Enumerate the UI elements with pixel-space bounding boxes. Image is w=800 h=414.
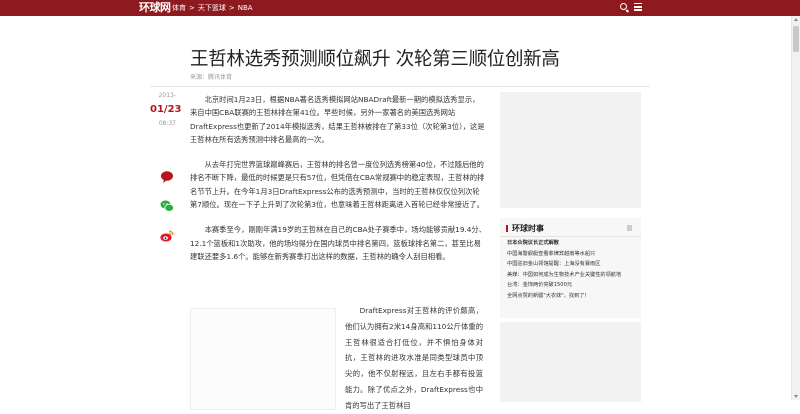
divider xyxy=(150,86,650,87)
article-paragraph: 从去年打完世界篮球巅峰赛后，王哲林的排名曾一度位列选秀榜第40位，不过随后他的排… xyxy=(190,160,485,210)
date-month-day: 01/23 xyxy=(150,104,182,115)
hot-news-item[interactable]: 美媒：中国如何成为生物技术产业关键性的领航地 xyxy=(507,270,637,281)
article-source: 来源：腾讯体育 xyxy=(190,74,233,81)
date-time: 08:37 xyxy=(158,120,176,127)
article-body-side: DraftExpress对王哲林的评价颇高，他们认为拥有2米14身高和110公斤… xyxy=(345,303,483,414)
hot-news-panel: 环球时事 日本众院议长正式解散 中国海警舰艇查看菲律宾越南等水船只 中国驻旧金山… xyxy=(500,218,641,318)
hot-news-title: 环球时事 xyxy=(512,224,544,233)
article-paragraph: 北京时间1月23日，根据NBA著名选秀模拟网站NBADraft最新一期的模拟选秀… xyxy=(190,95,485,144)
ad-banner-bottom[interactable] xyxy=(500,322,641,402)
scroll-up-arrow-icon[interactable] xyxy=(794,18,798,21)
article-body: 北京时间1月23日，根据NBA著名选秀模拟网站NBADraft最新一期的模拟选秀… xyxy=(190,93,486,275)
hot-news-item[interactable]: 全网点赞的新疆"大衣妹"，找到了！ xyxy=(507,291,637,302)
wechat-icon[interactable] xyxy=(160,199,174,213)
search-icon[interactable] xyxy=(620,3,627,10)
site-logo[interactable]: 环球网 xyxy=(139,1,171,15)
breadcrumb-separator: > xyxy=(189,4,195,12)
comment-icon[interactable] xyxy=(160,170,174,184)
bookmark-icon xyxy=(627,225,632,231)
breadcrumb-item-nba[interactable]: NBA xyxy=(238,3,253,13)
ad-banner-top[interactable] xyxy=(500,92,641,208)
menu-icon[interactable] xyxy=(634,3,642,11)
article-paragraph: DraftExpress对王哲林的评价颇高，他们认为拥有2米14身高和110公斤… xyxy=(345,306,483,410)
article-image-placeholder xyxy=(190,308,336,410)
breadcrumb-item-basketball[interactable]: 天下篮球 xyxy=(198,3,226,13)
article-paragraph: 本赛季至今，刚刚年满19岁的王哲林在自己的CBA处子赛季中，场均能够贡献19.4… xyxy=(190,225,487,261)
accent-bar xyxy=(506,225,508,232)
hot-news-item[interactable]: 日本众院议长正式解散 xyxy=(507,238,637,249)
top-nav-bar: 环球网 体育 > 天下篮球 > NBA xyxy=(0,0,800,16)
hot-news-list: 日本众院议长正式解散 中国海警舰艇查看菲律宾越南等水船只 中国驻旧金山领馆提醒：… xyxy=(507,238,637,301)
hot-news-item[interactable]: 中国海警舰艇查看菲律宾越南等水船只 xyxy=(507,249,637,260)
breadcrumb-separator: > xyxy=(228,4,235,12)
scroll-down-arrow-icon[interactable] xyxy=(794,395,798,398)
hot-news-header: 环球时事 xyxy=(500,218,641,237)
scroll-thumb[interactable] xyxy=(793,26,799,52)
weibo-icon[interactable] xyxy=(160,229,174,243)
hot-news-item[interactable]: 中国驻旧金山领馆提醒：上海没有暴雨区 xyxy=(507,259,637,270)
breadcrumb: 体育 > 天下篮球 > NBA xyxy=(172,3,253,13)
breadcrumb-item-sports[interactable]: 体育 xyxy=(172,3,186,13)
date-year: 2013- xyxy=(158,92,176,99)
hot-news-item[interactable]: 台湾：金饰两价突破1500元 xyxy=(507,280,637,291)
article-title: 王哲林选秀预测顺位飙升 次轮第三顺位创新高 xyxy=(190,49,560,71)
vertical-scrollbar[interactable] xyxy=(791,16,800,400)
